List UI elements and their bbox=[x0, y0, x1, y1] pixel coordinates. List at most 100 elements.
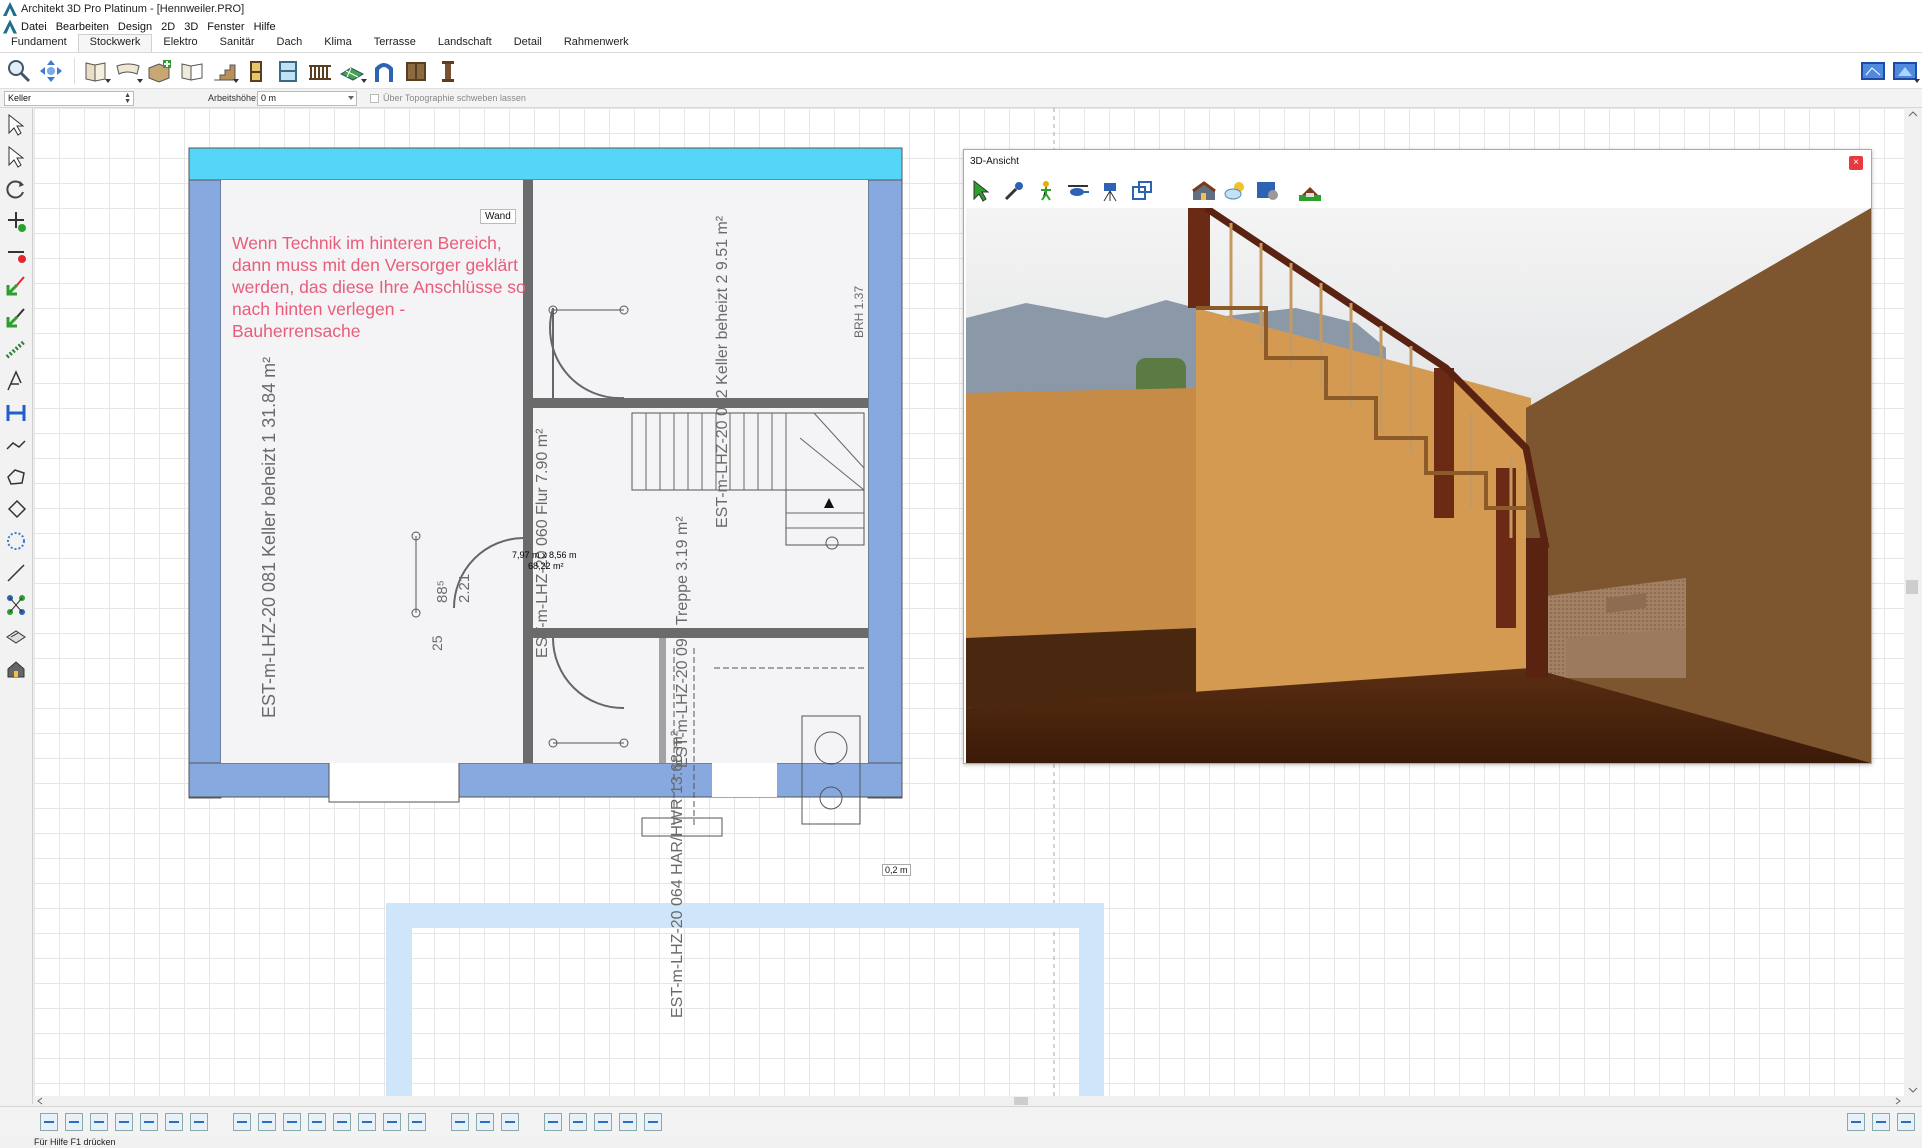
circle-dots-icon[interactable] bbox=[1, 526, 31, 556]
align-left-icon[interactable] bbox=[40, 1112, 58, 1131]
menu-2d[interactable]: 2D bbox=[161, 21, 175, 33]
join-line-icon[interactable] bbox=[1, 302, 31, 332]
roof-grid-icon[interactable] bbox=[337, 56, 367, 86]
mirror-icon[interactable] bbox=[569, 1112, 587, 1131]
flip-down-icon[interactable] bbox=[594, 1112, 612, 1131]
tab-sanitaer[interactable]: Sanitär bbox=[209, 34, 266, 52]
distribute-vb-icon[interactable] bbox=[383, 1112, 401, 1131]
menu-bearbeiten[interactable]: Bearbeiten bbox=[56, 21, 109, 33]
spin-arrows-icon[interactable]: ▲ ▼ bbox=[124, 92, 131, 105]
floor-select[interactable]: Keller ▲ ▼ bbox=[4, 91, 134, 106]
menu-fenster[interactable]: Fenster bbox=[207, 21, 244, 33]
camera-tripod-icon[interactable] bbox=[1096, 177, 1124, 205]
text-tool-icon[interactable] bbox=[1, 366, 31, 396]
chevron-down-icon[interactable] bbox=[348, 96, 354, 100]
cabinet-icon[interactable] bbox=[401, 56, 431, 86]
distribute-vs-icon[interactable] bbox=[408, 1112, 426, 1131]
tab-dach[interactable]: Dach bbox=[266, 34, 314, 52]
wall-book-icon[interactable] bbox=[81, 56, 111, 86]
floorplan-view-icon[interactable] bbox=[1128, 177, 1156, 205]
helicopter-icon[interactable] bbox=[1064, 177, 1092, 205]
walk-icon[interactable] bbox=[1032, 177, 1060, 205]
flip-v-icon[interactable] bbox=[644, 1112, 662, 1131]
align-top-icon[interactable] bbox=[140, 1112, 158, 1131]
align-right-icon[interactable] bbox=[90, 1112, 108, 1131]
layer-icon[interactable] bbox=[1, 622, 31, 652]
delete-point-icon[interactable] bbox=[1, 238, 31, 268]
landscape-house-icon[interactable] bbox=[1296, 177, 1324, 205]
plan-annotation: Wenn Technik im hinteren Bereich, dann m… bbox=[232, 233, 526, 341]
rotate-object-icon[interactable] bbox=[544, 1112, 562, 1131]
horizontal-scrollbar[interactable] bbox=[34, 1096, 1904, 1106]
add-point-icon[interactable] bbox=[1, 206, 31, 236]
railing-icon[interactable] bbox=[305, 56, 335, 86]
align-middle-icon[interactable] bbox=[115, 1112, 133, 1131]
hatch-icon[interactable] bbox=[1, 334, 31, 364]
break-line-icon[interactable] bbox=[1, 270, 31, 300]
ribbon-tabs: Fundament Stockwerk Elektro Sanitär Dach… bbox=[0, 34, 1922, 53]
select-arrow-icon[interactable] bbox=[1, 110, 31, 140]
tab-landschaft[interactable]: Landschaft bbox=[427, 34, 503, 52]
distribute-v-icon[interactable] bbox=[333, 1112, 351, 1131]
document-icon[interactable] bbox=[3, 19, 17, 34]
zoom-icon[interactable] bbox=[4, 56, 34, 86]
ungroup-icon[interactable] bbox=[476, 1112, 494, 1131]
view-split-icon[interactable] bbox=[1872, 1112, 1890, 1131]
polyline-icon[interactable] bbox=[1, 430, 31, 460]
flip-h-icon[interactable] bbox=[619, 1112, 637, 1131]
menu-3d[interactable]: 3D bbox=[184, 21, 198, 33]
view-3d-icon[interactable] bbox=[1890, 56, 1920, 86]
house-3d-icon[interactable] bbox=[1190, 177, 1218, 205]
view-full-icon[interactable] bbox=[1897, 1112, 1915, 1131]
arch-opening-icon[interactable] bbox=[369, 56, 399, 86]
view3d-window[interactable]: 3D-Ansicht × bbox=[963, 149, 1872, 764]
door-icon[interactable] bbox=[241, 56, 271, 86]
rectangle-rotated-icon[interactable] bbox=[1, 494, 31, 524]
floor-book-icon[interactable] bbox=[177, 56, 207, 86]
view3d-render[interactable] bbox=[966, 208, 1871, 763]
tab-klima[interactable]: Klima bbox=[313, 34, 363, 52]
polygon-icon[interactable] bbox=[1, 462, 31, 492]
curved-wall-icon[interactable] bbox=[113, 56, 143, 86]
view-2d-icon[interactable] bbox=[1858, 56, 1888, 86]
rotate-icon[interactable] bbox=[1, 174, 31, 204]
tab-stockwerk[interactable]: Stockwerk bbox=[77, 34, 153, 52]
tab-elektro[interactable]: Elektro bbox=[152, 34, 208, 52]
topo-checkbox[interactable] bbox=[370, 94, 379, 103]
weather-icon[interactable] bbox=[1222, 177, 1250, 205]
house-view-icon[interactable] bbox=[1, 654, 31, 684]
network-icon[interactable] bbox=[1, 590, 31, 620]
eyedropper-icon[interactable] bbox=[1000, 177, 1028, 205]
tab-terrasse[interactable]: Terrasse bbox=[363, 34, 427, 52]
align-vcenter-icon[interactable] bbox=[165, 1112, 183, 1131]
distribute-hr-icon[interactable] bbox=[283, 1112, 301, 1131]
line-tool-icon[interactable] bbox=[1, 558, 31, 588]
select-3d-icon[interactable] bbox=[968, 177, 996, 205]
lock-grid-icon[interactable] bbox=[501, 1112, 519, 1131]
room-add-icon[interactable] bbox=[145, 56, 175, 86]
close-icon[interactable]: × bbox=[1849, 156, 1863, 170]
view-single-icon[interactable] bbox=[1847, 1112, 1865, 1131]
menu-datei[interactable]: Datei bbox=[21, 21, 47, 33]
distribute-hc-icon[interactable] bbox=[258, 1112, 276, 1131]
vertical-scrollbar[interactable] bbox=[1904, 108, 1922, 1096]
align-bottom-icon[interactable] bbox=[190, 1112, 208, 1131]
dimension-icon[interactable] bbox=[1, 398, 31, 428]
tab-detail[interactable]: Detail bbox=[503, 34, 553, 52]
height-input[interactable]: 0 m bbox=[257, 91, 357, 106]
menu-hilfe[interactable]: Hilfe bbox=[254, 21, 276, 33]
select-plus-icon[interactable] bbox=[1, 142, 31, 172]
distribute-vc-icon[interactable] bbox=[358, 1112, 376, 1131]
window-icon[interactable] bbox=[273, 56, 303, 86]
render-settings-icon[interactable] bbox=[1254, 177, 1282, 205]
distribute-hs-icon[interactable] bbox=[308, 1112, 326, 1131]
group-icon[interactable] bbox=[451, 1112, 469, 1131]
stairs-icon[interactable] bbox=[209, 56, 239, 86]
align-center-icon[interactable] bbox=[65, 1112, 83, 1131]
distribute-h-icon[interactable] bbox=[233, 1112, 251, 1131]
pan-icon[interactable] bbox=[36, 56, 66, 86]
tab-rahmenwerk[interactable]: Rahmenwerk bbox=[553, 34, 640, 52]
column-icon[interactable] bbox=[433, 56, 463, 86]
menu-design[interactable]: Design bbox=[118, 21, 152, 33]
tab-fundament[interactable]: Fundament bbox=[0, 34, 78, 52]
